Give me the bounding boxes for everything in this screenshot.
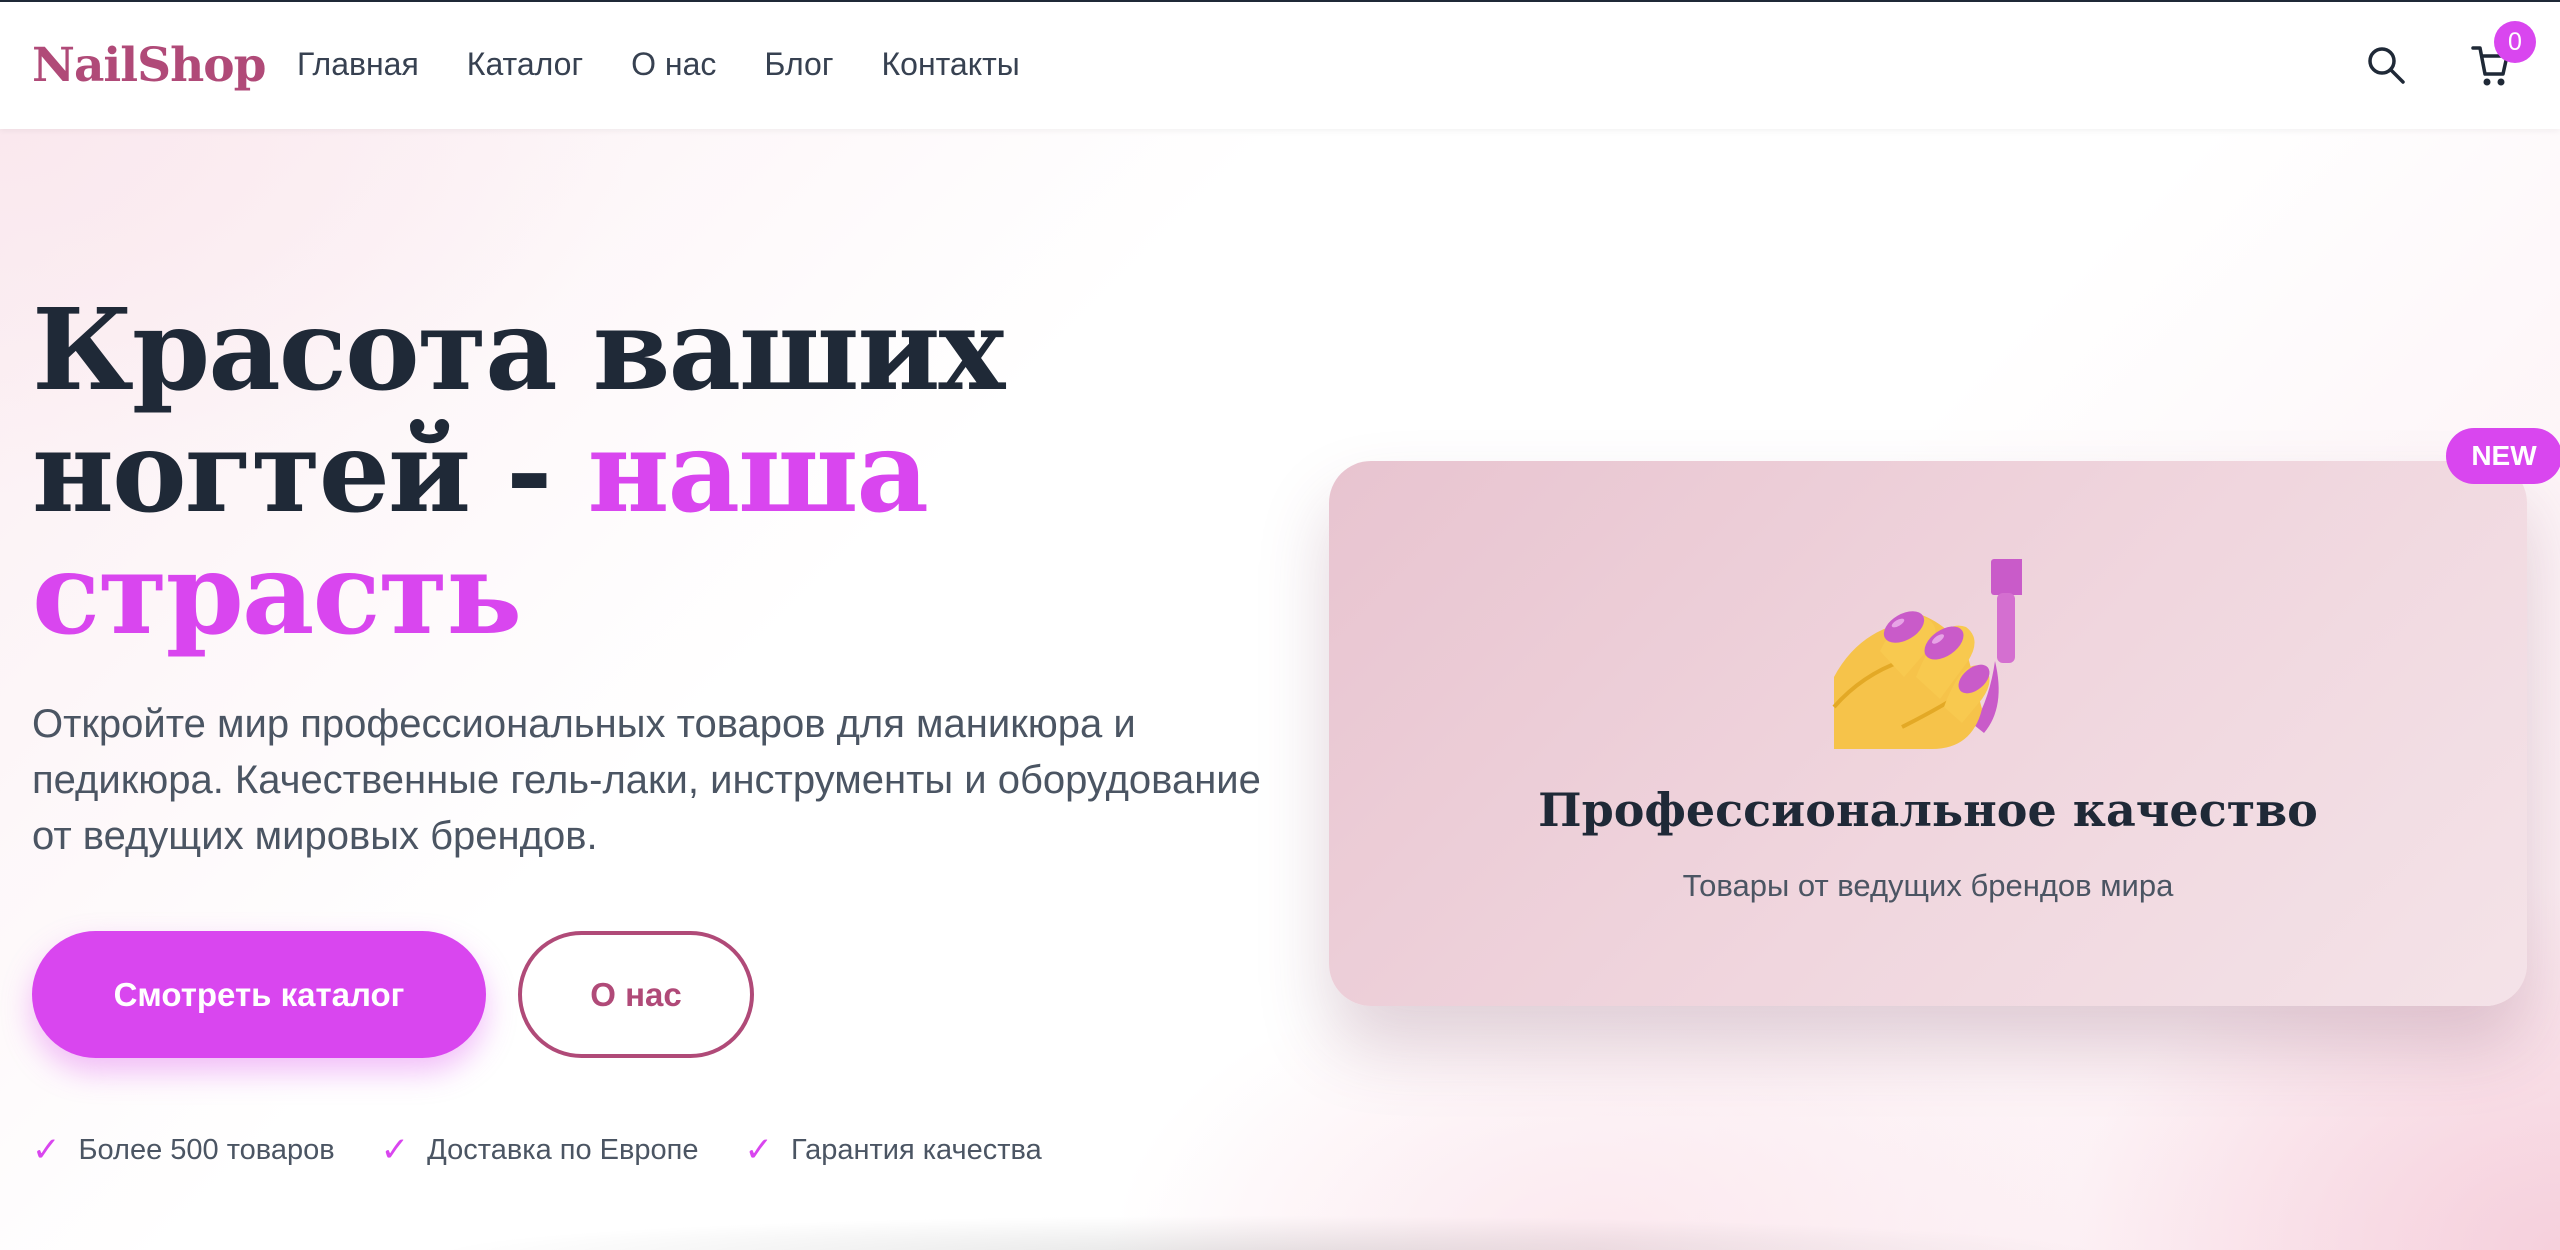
search-icon[interactable]: [2366, 45, 2406, 85]
main-nav: Главная Каталог О нас Блог Контакты: [297, 46, 1020, 83]
site-header: NailShop Главная Каталог О нас Блог Конт…: [0, 0, 2560, 129]
feature-item: ✓ Доставка по Европе: [381, 1130, 699, 1170]
nav-item-catalog[interactable]: Каталог: [467, 46, 583, 83]
cart-count-badge: 0: [2494, 21, 2536, 63]
nav-item-blog[interactable]: Блог: [764, 46, 833, 83]
nav-item-about[interactable]: О нас: [631, 46, 716, 83]
nav-item-home[interactable]: Главная: [297, 46, 419, 83]
feature-list: ✓ Более 500 товаров ✓ Доставка по Европе…: [32, 1130, 1042, 1170]
nail-polish-icon: [1832, 557, 2025, 749]
card-title: Профессиональное качество: [1538, 783, 2318, 837]
logo[interactable]: NailShop: [32, 38, 266, 93]
catalog-button[interactable]: Смотреть каталог: [32, 931, 486, 1058]
feature-label: Более 500 товаров: [78, 1133, 335, 1166]
card-subtitle: Товары от ведущих брендов мира: [1682, 868, 2174, 903]
nav-item-contacts[interactable]: Контакты: [882, 46, 1020, 83]
page: NailShop Главная Каталог О нас Блог Конт…: [0, 0, 2560, 1250]
check-icon: ✓: [380, 1131, 410, 1169]
hero-headline: Красота ваших ногтей - наша страсть: [32, 290, 1182, 656]
new-badge: NEW: [2446, 428, 2560, 484]
feature-item: ✓ Гарантия качества: [745, 1130, 1042, 1170]
feature-label: Доставка по Европе: [427, 1133, 699, 1166]
feature-item: ✓ Более 500 товаров: [32, 1130, 335, 1170]
check-icon: ✓: [32, 1131, 61, 1169]
check-icon: ✓: [744, 1131, 774, 1169]
section-divider-shadow: [420, 1215, 2120, 1250]
feature-label: Гарантия качества: [791, 1133, 1042, 1166]
about-button[interactable]: О нас: [518, 931, 754, 1058]
hero-subtext: Откройте мир профессиональных товаров дл…: [32, 702, 1261, 858]
